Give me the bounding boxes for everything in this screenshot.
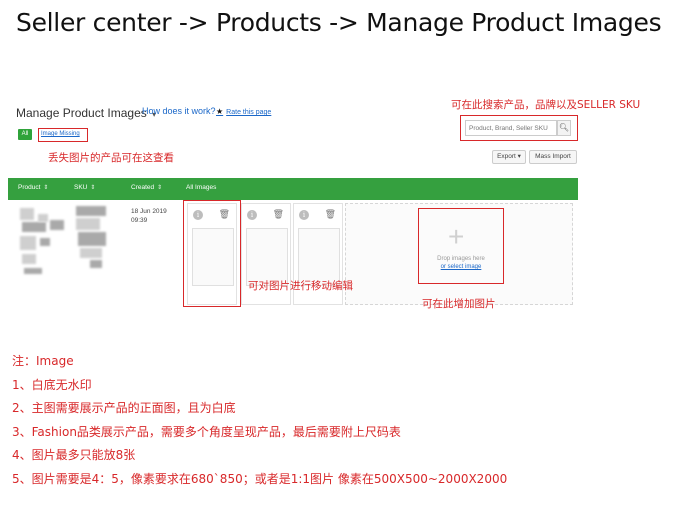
mass-import-button[interactable]: Mass Import (529, 150, 577, 164)
note-item: 4、图片最多只能放8张 (12, 448, 136, 463)
annotation-add: 可在此增加图片 (422, 298, 496, 310)
sort-icon: ⇕ (157, 185, 163, 191)
select-image-link[interactable]: or select image (420, 264, 502, 270)
dropzone-text: Drop images here (437, 256, 485, 262)
column-header-sku[interactable]: SKU ⇕ (74, 184, 95, 191)
page-title: Manage Product Images ▾ (16, 106, 156, 120)
sort-icon: ⇕ (43, 185, 49, 191)
created-time: 09:39 (131, 217, 148, 224)
column-header-product[interactable]: Product ⇕ (18, 184, 48, 191)
how-does-it-work-link[interactable]: How does it work? (142, 106, 216, 116)
column-header-created[interactable]: Created ⇕ (131, 184, 162, 191)
trash-icon[interactable]: 🗑 (325, 209, 336, 220)
annotation-edit: 可对图片进行移动编辑 (248, 280, 353, 292)
created-date: 18 Jun 2019 (131, 208, 167, 215)
info-icon[interactable]: i (247, 210, 257, 220)
rate-this-page-link[interactable]: ★ Rate this page (216, 107, 271, 116)
plus-icon: + (448, 221, 465, 252)
note-item: 3、Fashion品类展示产品，需要多个角度呈现产品，最后需要附上尺码表 (12, 424, 401, 439)
annotation-image-missing: 丢失图片的产品可在这查看 (48, 152, 174, 164)
note-heading: 注：Image (12, 354, 74, 368)
page-headline: Seller center -> Products -> Manage Prod… (16, 8, 662, 37)
annotation-search: 可在此搜索产品，品牌以及SELLER SKU (451, 99, 641, 111)
search-highlight-box: 🔍︎ (460, 115, 578, 141)
note-item: 1、白底无水印 (12, 377, 92, 392)
search-icon[interactable]: 🔍︎ (557, 120, 571, 136)
tab-all[interactable]: All (18, 129, 32, 140)
star-icon: ★ (216, 107, 224, 116)
table-header: Product ⇕ SKU ⇕ Created ⇕ All Images (8, 178, 578, 200)
info-icon[interactable]: i (299, 210, 309, 220)
page-title-text: Manage Product Images (16, 106, 147, 120)
notes-list: 注：Image 1、白底无水印 2、主图需要展示产品的正面图，且为白底 3、Fa… (12, 350, 507, 492)
created-timestamp: 18 Jun 2019 09:39 (131, 207, 167, 225)
note-item: 2、主图需要展示产品的正面图，且为白底 (12, 401, 236, 416)
sort-icon: ⇕ (90, 185, 96, 191)
note-item: 5、图片需要是4：5，像素要求在680`850；或者是1:1图片 像素在500X… (12, 471, 508, 486)
image-edit-highlight (183, 200, 241, 307)
search-input[interactable] (465, 120, 557, 136)
trash-icon[interactable]: 🗑 (273, 209, 284, 220)
column-header-all-images: All Images (186, 184, 217, 191)
export-button[interactable]: Export ▾ (492, 150, 526, 164)
tab-image-missing[interactable]: Image Missing (38, 128, 88, 142)
rate-link-label: Rate this page (226, 109, 272, 116)
